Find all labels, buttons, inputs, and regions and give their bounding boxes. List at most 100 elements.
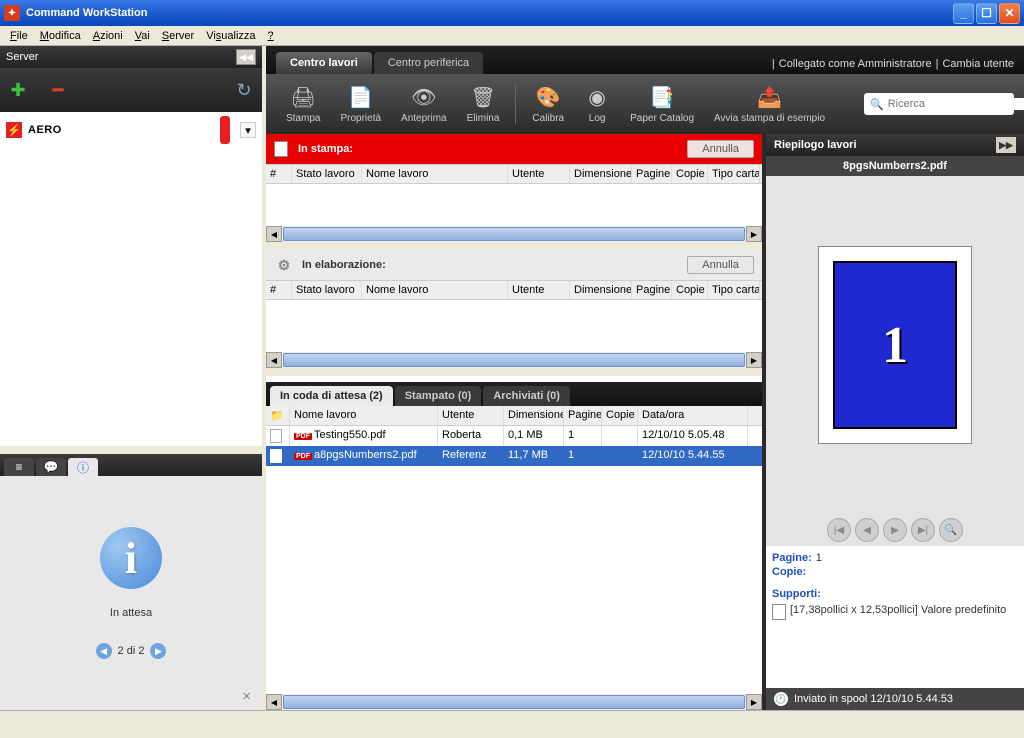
titlebar[interactable]: ✦ Command WorkStation _ ☐ ✕ [0,0,1024,26]
server-chevron-icon[interactable]: ▾ [240,122,256,138]
info-tab-info[interactable]: ⓘ [68,458,98,476]
queue-tab-printed[interactable]: Stampato (0) [395,386,482,406]
page-number: 1 [833,261,957,429]
toolbar-sample-print-button[interactable]: 📤Avvia stampa di esempio [704,85,835,124]
paper-icon [772,604,786,620]
info-tab-chat[interactable]: 💬 [36,458,66,476]
gear-icon: ⚙ [274,255,294,275]
search-box[interactable]: 🔍 [864,93,1014,115]
file-icon [270,429,282,443]
tab-job-center[interactable]: Centro lavori [276,52,372,74]
search-icon: 🔍 [870,98,884,111]
statusbar [0,710,1024,738]
server-name: AERO [28,124,62,136]
summary-footer: 🕐 Inviato in spool 12/10/10 5.44.53 [766,688,1024,710]
pdf-badge-icon: PDF [294,433,312,440]
calibrate-icon: 🎨 [535,85,561,111]
processing-cancel-button[interactable]: Annulla [687,256,754,274]
nav-prev-button[interactable]: ◀ [855,518,879,542]
nav-zoom-button[interactable]: 🔍 [939,518,963,542]
menu-server[interactable]: Server [156,28,200,44]
server-row[interactable]: ⚡ AERO ▾ [0,112,262,148]
trash-icon: 🗑 [470,85,496,111]
printing-label: In stampa: [298,143,353,155]
menu-modifica[interactable]: Modifica [34,28,87,44]
summary-expand-button[interactable]: ▶▶ [996,137,1016,153]
queue-row[interactable]: PDFTesting550.pdf Roberta 0,1 MB 1 12/10… [266,426,762,446]
toolbar: 🖨Stampa 📄Proprietà 👁Anteprima 🗑Elimina 🎨… [266,74,1024,134]
close-button[interactable]: ✕ [999,3,1020,24]
menu-file[interactable]: File [4,28,34,44]
pager-text: 2 di 2 [118,645,145,657]
clock-icon: 🕐 [774,692,788,706]
printing-section-header: In stampa: Annulla [266,134,762,164]
pager-prev-button[interactable]: ◀ [96,643,112,659]
app-icon: ✦ [4,5,20,21]
nav-first-button[interactable]: |◀ [827,518,851,542]
info-tab-list[interactable]: ≡ [4,458,34,476]
eye-icon: 👁 [411,85,437,111]
page-thumbnail[interactable]: 1 [818,246,972,444]
summary-title: Riepilogo lavori [774,139,857,151]
printer-icon: 🖨 [290,85,316,111]
sidebar-collapse-button[interactable]: ◀◀ [236,49,256,65]
queue-tab-archived[interactable]: Archiviati (0) [483,386,570,406]
maximize-button[interactable]: ☐ [976,3,997,24]
processing-section-header: ⚙ In elaborazione: Annulla [266,250,762,280]
document-icon [274,141,288,157]
queue-grid-header: 📁 Nome lavoro Utente Dimensione Pagine C… [266,406,762,426]
processing-label: In elaborazione: [302,259,386,271]
info-icon: i [100,527,162,589]
nav-last-button[interactable]: ▶| [911,518,935,542]
spool-timestamp: Inviato in spool 12/10/10 5.44.53 [794,693,953,705]
server-sidebar: Server ◀◀ ✚ ━ ↻ ⚡ AERO ▾ [0,46,262,446]
summary-filename: 8pgsNumberrs2.pdf [766,156,1024,176]
printing-cancel-button[interactable]: Annulla [687,140,754,158]
switch-user-link[interactable]: Cambia utente [942,58,1014,70]
main-area: Centro lavori Centro periferica | Colleg… [266,46,1024,710]
toolbar-print-button[interactable]: 🖨Stampa [276,85,330,124]
processing-hscroll[interactable]: ◀▶ [266,352,762,368]
summary-details: Pagine:1 Copie: Supporti: [17,38pollici … [766,546,1024,688]
minimize-button[interactable]: _ [953,3,974,24]
info-panel: ≡ 💬 ⓘ i In attesa ◀ 2 di 2 ▶ ✕ [0,454,262,710]
menu-visualizza[interactable]: Visualizza [200,28,261,44]
toolbar-preview-button[interactable]: 👁Anteprima [391,85,457,124]
tab-device-center[interactable]: Centro periferica [374,52,483,74]
nav-next-button[interactable]: ▶ [883,518,907,542]
summary-pane: Riepilogo lavori ▶▶ 8pgsNumberrs2.pdf 1 … [762,134,1024,710]
menubar: File Modifica Azioni Vai Server Visualiz… [0,26,1024,46]
toolbar-log-button[interactable]: ◉Log [574,85,620,124]
printing-hscroll[interactable]: ◀▶ [266,226,762,242]
menu-azioni[interactable]: Azioni [87,28,129,44]
catalog-icon: 📑 [649,85,675,111]
toolbar-calibrate-button[interactable]: 🎨Calibra [522,85,574,124]
info-close-icon[interactable]: ✕ [242,690,256,704]
logged-as-label: Collegato come Amministratore [779,58,932,70]
add-server-icon[interactable]: ✚ [8,80,28,100]
toolbar-delete-button[interactable]: 🗑Elimina [457,85,510,124]
file-icon [270,449,282,463]
document-icon: 📄 [348,85,374,111]
refresh-servers-icon[interactable]: ↻ [234,80,254,100]
toolbar-properties-button[interactable]: 📄Proprietà [330,85,391,124]
search-input[interactable] [888,98,1024,110]
bolt-icon: ⚡ [6,122,22,138]
menu-vai[interactable]: Vai [129,28,156,44]
queue-row[interactable]: PDFa8pgsNumberrs2.pdf Referenz 11,7 MB 1… [266,446,762,466]
server-warning-icon [220,116,230,144]
menu-help[interactable]: ? [262,28,280,44]
sidebar-header-label: Server [6,51,38,63]
sample-print-icon: 📤 [757,85,783,111]
info-state-label: In attesa [110,607,152,619]
pdf-badge-icon: PDF [294,453,312,460]
window-title: Command WorkStation [26,7,147,19]
printing-grid-header: # Stato lavoro Nome lavoro Utente Dimens… [266,164,762,184]
pager-next-button[interactable]: ▶ [150,643,166,659]
queue-tab-hold[interactable]: In coda di attesa (2) [270,386,393,406]
queue-hscroll[interactable]: ◀▶ [266,694,762,710]
toolbar-paper-catalog-button[interactable]: 📑Paper Catalog [620,85,704,124]
processing-grid-header: # Stato lavoro Nome lavoro Utente Dimens… [266,280,762,300]
log-icon: ◉ [584,85,610,111]
remove-server-icon[interactable]: ━ [48,80,68,100]
